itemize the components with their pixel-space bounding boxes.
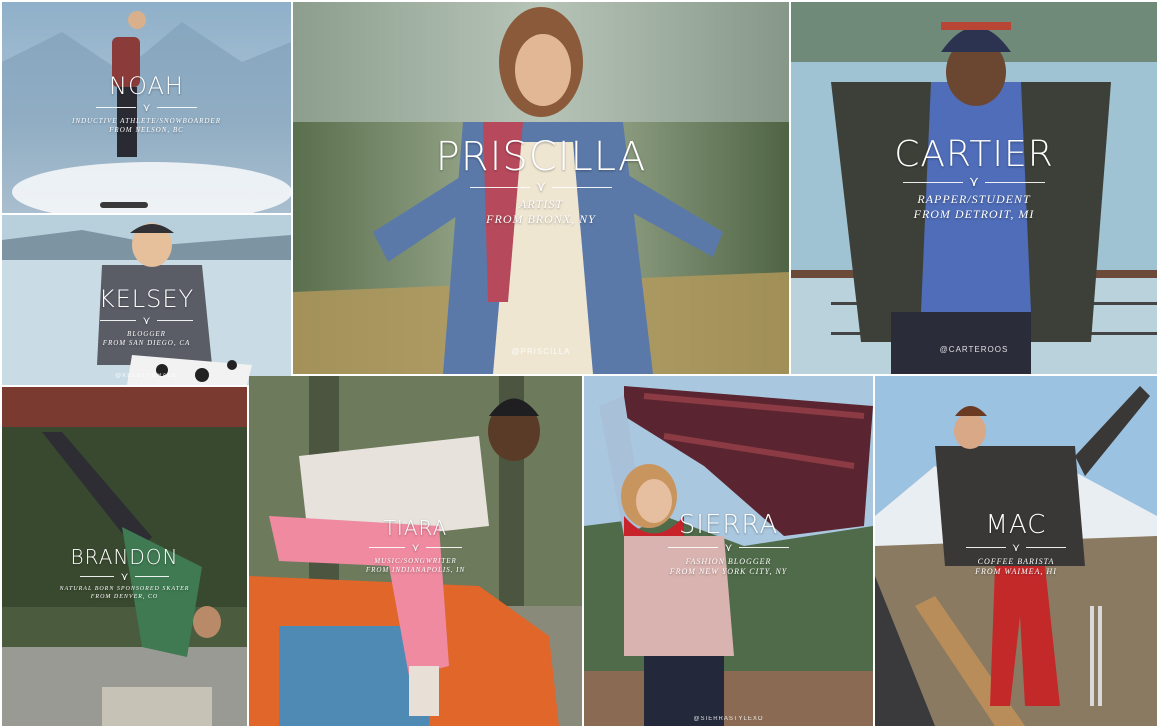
profile-subtitle-line1: ARTIST [518,197,563,211]
profile-subtitle-line1: COFFEE BARISTA [977,557,1055,566]
profile-subtitle-line2: FROM INDIANAPOLIS, IN [365,565,466,574]
profile-subtitle-line2: FROM DENVER, CO [90,593,159,600]
eagle-icon: ⋎ [142,101,151,114]
profile-name: BRANDON [70,545,179,569]
profile-handle: @SIERRASTYLEXO [693,716,764,722]
caption-sierra: SIERRA ⋎ FASHION BLOGGER FROM NEW YORK C… [584,510,873,577]
profile-subtitle-line1: MUSIC/SONGWRITER [374,557,457,565]
profile-subtitle-line1: FASHION BLOGGER [685,557,772,566]
eagle-icon: ⋎ [142,314,151,327]
eagle-icon: ⋎ [120,570,129,583]
profile-handle: @CARTEROOS [939,345,1009,354]
profile-handle: @KELSEYGRACE [115,373,178,379]
profile-subtitle-line1: BLOGGER [127,330,166,338]
caption-tiara: TIARA ⋎ MUSIC/SONGWRITER FROM INDIANAPOL… [249,516,582,575]
divider: ⋎ [2,102,291,113]
profile-tile-noah: NOAH ⋎ INDUCTIVE ATHLETE/SNOWBOARDER FRO… [2,2,291,213]
profile-subtitle-line2: FROM NEW YORK CITY, NY [669,567,788,576]
profile-handle: @PRISCILLA [511,347,571,356]
eagle-icon: ⋎ [411,541,420,554]
divider: ⋎ [791,174,1157,190]
profile-name: TIARA [383,516,448,540]
profile-tile-brandon: BRANDON ⋎ NATURAL BORN SPONSORED SKATER … [2,387,247,726]
caption-mac: MAC ⋎ COFFEE BARISTA FROM WAIMEA, HI [875,510,1157,577]
profile-name: NOAH [109,72,184,100]
profile-tile-mac: MAC ⋎ COFFEE BARISTA FROM WAIMEA, HI [875,376,1157,726]
profile-subtitle-line2: FROM DETROIT, MI [913,207,1035,221]
profile-name: CARTIER [894,134,1054,175]
profile-name: SIERRA [678,510,779,540]
profile-subtitle-line2: FROM NELSON, BC [109,125,184,134]
caption-kelsey: KELSEY ⋎ BLOGGER FROM SAN DIEGO, CA [2,285,291,348]
profile-name: PRISCILLA [435,134,647,180]
profile-tile-kelsey: KELSEY ⋎ BLOGGER FROM SAN DIEGO, CA @KEL… [2,215,291,385]
profile-subtitle-line1: RAPPER/STUDENT [917,192,1031,206]
divider: ⋎ [2,315,291,326]
eagle-icon: ⋎ [968,174,980,190]
divider: ⋎ [584,542,873,553]
divider: ⋎ [249,542,582,553]
profile-subtitle-line1: INDUCTIVE ATHLETE/SNOWBOARDER [72,117,221,125]
profile-tile-priscilla: PRISCILLA ⋎ ARTIST FROM BRONX, NY @PRISC… [293,2,789,374]
caption-cartier: CARTIER ⋎ RAPPER/STUDENT FROM DETROIT, M… [791,134,1157,222]
eagle-icon: ⋎ [724,541,733,554]
divider: ⋎ [875,542,1157,553]
profile-tile-tiara: TIARA ⋎ MUSIC/SONGWRITER FROM INDIANAPOL… [249,376,582,726]
caption-brandon: BRANDON ⋎ NATURAL BORN SPONSORED SKATER … [2,545,247,601]
profile-subtitle-line2: FROM BRONX, NY [486,212,596,226]
profile-subtitle-line2: FROM SAN DIEGO, CA [102,338,191,347]
eagle-icon: ⋎ [535,179,547,195]
profile-name: MAC [985,510,1047,540]
caption-noah: NOAH ⋎ INDUCTIVE ATHLETE/SNOWBOARDER FRO… [2,72,291,135]
caption-priscilla: PRISCILLA ⋎ ARTIST FROM BRONX, NY [293,134,789,227]
divider: ⋎ [2,571,247,582]
profile-tile-cartier: CARTIER ⋎ RAPPER/STUDENT FROM DETROIT, M… [791,2,1157,374]
profile-name: KELSEY [98,285,195,313]
divider: ⋎ [293,179,789,195]
eagle-icon: ⋎ [1011,541,1021,554]
profile-subtitle-line2: FROM WAIMEA, HI [975,567,1057,576]
profile-subtitle-line1: NATURAL BORN SPONSORED SKATER [59,586,190,592]
profile-tile-sierra: SIERRA ⋎ FASHION BLOGGER FROM NEW YORK C… [584,376,873,726]
